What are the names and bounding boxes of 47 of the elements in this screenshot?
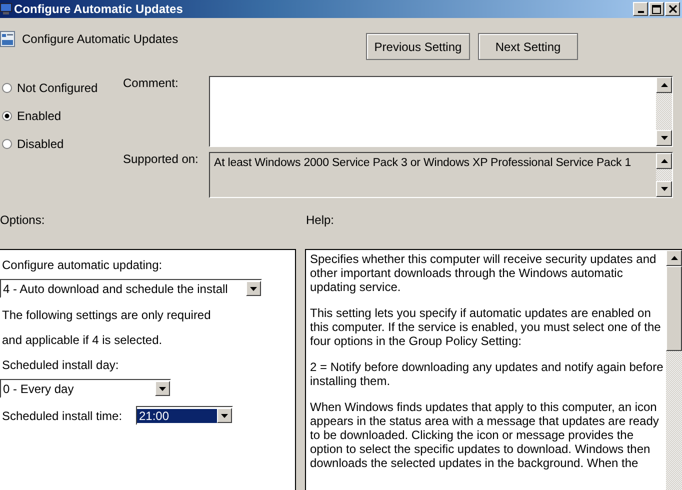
maximize-button[interactable]	[649, 2, 664, 16]
comment-field[interactable]	[209, 76, 673, 147]
up-arrow-icon	[660, 83, 668, 87]
policy-title: Configure Automatic Updates	[22, 32, 178, 46]
radio-option[interactable]: Disabled	[0, 134, 123, 153]
option-text: Configure automatic updating:	[2, 257, 164, 274]
close-button[interactable]	[665, 2, 680, 16]
down-arrow-icon	[221, 414, 228, 418]
dropdown[interactable]: 0 - Every day	[0, 379, 171, 398]
down-arrow-icon	[250, 286, 257, 290]
minimize-button[interactable]	[633, 2, 648, 16]
help-label: Help:	[306, 213, 334, 229]
field-label: Supported on:	[123, 152, 200, 168]
setting-nav-button[interactable]: Previous Setting	[366, 33, 470, 60]
help-paragraph: 2 = Notify before downloading any updates and notify again before installing them.	[310, 360, 664, 388]
field-label: Comment:	[123, 76, 180, 92]
dropdown[interactable]: 4 - Auto download and schedule the install	[0, 279, 262, 298]
option-text: and applicable if 4 is selected.	[2, 332, 164, 349]
help-paragraph: Specifies whether this computer will receive security updates and other important downloads through the Windows automatic updating service.	[310, 252, 658, 294]
option-text: The following settings are only required	[2, 307, 212, 324]
up-arrow-icon	[660, 159, 668, 163]
up-arrow-icon	[670, 256, 678, 260]
options-label: Options:	[0, 213, 46, 229]
down-arrow-icon	[159, 386, 166, 390]
scrollbar-thumb[interactable]	[666, 266, 682, 351]
maximize-icon	[652, 4, 661, 14]
help-paragraph: When Windows finds updates that apply to this computer, an icon appears in the status area with a message that updates are ready to be downloaded. Clicking the icon or message provides the option to select the specific updates to download. Windows then downloads the selected updates in the background. When the	[310, 400, 660, 470]
setting-nav-button[interactable]: Next Setting	[478, 33, 578, 60]
option-label: Scheduled install time:	[2, 408, 124, 422]
radio-option[interactable]: Not Configured	[0, 78, 123, 97]
scroll-up-button[interactable]	[656, 77, 672, 93]
scroll-up-button[interactable]	[656, 153, 672, 169]
monitor-icon	[0, 3, 12, 15]
option-text: Scheduled install day:	[2, 357, 120, 374]
down-arrow-icon	[660, 187, 668, 191]
close-icon	[668, 5, 676, 13]
minimize-icon	[638, 11, 644, 13]
window-title: Configure Automatic Updates	[14, 2, 184, 16]
dropdown[interactable]: 21:00	[136, 406, 233, 425]
radio-option[interactable]: Enabled	[0, 106, 123, 125]
scroll-down-button[interactable]	[656, 130, 672, 146]
scroll-down-button[interactable]	[656, 181, 672, 197]
supported-on-field: At least Windows 2000 Service Pack 3 or Windows XP Professional Service Pack 1	[209, 152, 673, 198]
down-arrow-icon	[660, 136, 668, 140]
help-paragraph: This setting lets you specify if automatic updates are enabled on this computer. If the service is enabled, you must select one of the four options in the Group Policy Setting:	[310, 306, 662, 348]
scroll-up-button[interactable]	[666, 250, 682, 266]
policy-icon	[0, 31, 15, 47]
